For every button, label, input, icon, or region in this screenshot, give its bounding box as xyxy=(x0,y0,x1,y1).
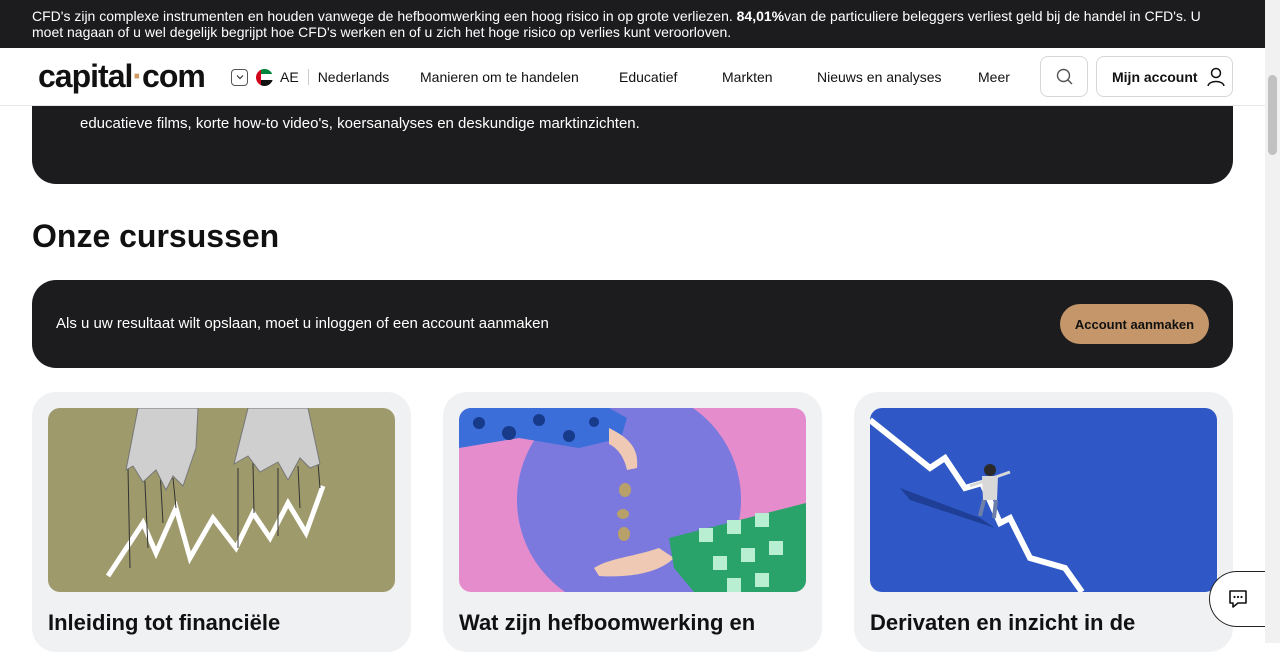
search-icon xyxy=(1056,68,1072,85)
language-label[interactable]: Nederlands xyxy=(318,69,390,85)
logo-text-b: com xyxy=(142,58,206,94)
capital-com-logo[interactable]: capital·com xyxy=(38,58,206,95)
region-code: AE xyxy=(280,69,299,85)
page-title: Onze cursussen xyxy=(32,218,280,254)
page-scrollbar[interactable] xyxy=(1265,0,1280,643)
chevron-down-icon xyxy=(231,68,248,86)
login-prompt-card: Als u uw resultaat wilt opslaan, moet u … xyxy=(32,280,1233,368)
risk-percentage: 84,01% xyxy=(736,8,785,24)
course-image-puppet-hands xyxy=(48,408,395,592)
course-card[interactable]: Wat zijn hefboomwerking en xyxy=(443,392,822,652)
nav-ways-to-trade[interactable]: Manieren om te handelen xyxy=(420,69,579,85)
course-title[interactable]: Inleiding tot financiële xyxy=(48,610,280,636)
search-button[interactable] xyxy=(1040,56,1088,97)
region-selector[interactable]: AE Nederlands xyxy=(231,68,389,86)
my-account-label: Mijn account xyxy=(1112,68,1198,85)
divider xyxy=(307,69,309,85)
my-account-button[interactable]: Mijn account xyxy=(1096,56,1233,97)
intro-text: educatieve films, korte how-to video's, … xyxy=(80,115,640,132)
nav-more[interactable]: Meer xyxy=(978,69,1010,85)
course-image-coins-hands xyxy=(459,408,806,592)
nav-markets[interactable]: Markten xyxy=(722,69,773,85)
login-prompt-text: Als u uw resultaat wilt opslaan, moet u … xyxy=(56,315,549,332)
logo-text-a: capital xyxy=(38,58,133,94)
chat-icon xyxy=(1228,590,1247,608)
create-account-button[interactable]: Account aanmaken xyxy=(1060,304,1209,344)
site-header: capital·com AE Nederlands Manieren om te… xyxy=(0,48,1265,106)
risk-text-before: CFD's zijn complexe instrumenten en houd… xyxy=(32,8,737,24)
uae-flag-icon xyxy=(256,68,273,86)
course-card[interactable]: Inleiding tot financiële xyxy=(32,392,411,652)
course-title[interactable]: Wat zijn hefboomwerking en xyxy=(459,610,755,636)
risk-warning-banner: CFD's zijn complexe instrumenten en houd… xyxy=(0,0,1265,48)
nav-news-analysis[interactable]: Nieuws en analyses xyxy=(817,69,942,85)
scrollbar-thumb[interactable] xyxy=(1268,75,1277,155)
course-image-stock-decline xyxy=(870,408,1217,592)
course-title[interactable]: Derivaten en inzicht in de xyxy=(870,610,1135,636)
chat-button[interactable] xyxy=(1209,571,1265,627)
logo-dot: · xyxy=(132,58,143,94)
course-card[interactable]: Derivaten en inzicht in de xyxy=(854,392,1233,652)
nav-educational[interactable]: Educatief xyxy=(619,69,677,85)
user-icon xyxy=(1206,67,1225,86)
